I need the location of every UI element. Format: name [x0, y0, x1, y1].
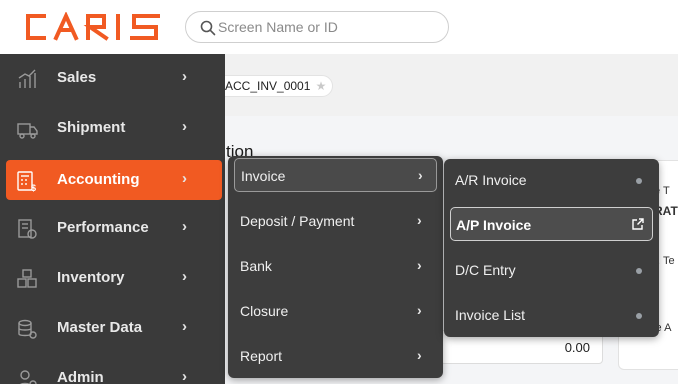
sidebar-item-inventory[interactable]: Inventory › [6, 258, 222, 298]
sidebar-item-shipment[interactable]: Shipment › [6, 108, 222, 148]
calculator-icon: $ [17, 171, 36, 192]
sidebar: Sales › Shipment › $ Accounting › Perfor… [0, 54, 225, 384]
sidebar-item-accounting[interactable]: $ Accounting › [6, 160, 222, 200]
submenu-item-bank[interactable]: Bank › [234, 249, 437, 283]
submenu-item-label: Bank [240, 258, 272, 274]
submenu-item-report[interactable]: Report › [234, 339, 437, 373]
search-input[interactable] [218, 17, 438, 37]
submenu-item-invoice[interactable]: Invoice › [234, 158, 437, 192]
submenu-item-label: Closure [240, 303, 289, 319]
sidebar-item-label: Master Data [57, 319, 143, 336]
sidebar-item-label: Performance [57, 219, 149, 236]
chevron-right-icon: › [418, 167, 423, 183]
caris-logo[interactable] [22, 12, 164, 42]
tab-acc-inv-0001[interactable]: ACC_INV_0001 ★ [212, 75, 334, 97]
app-header [0, 0, 678, 54]
sidebar-item-label: Sales [57, 69, 97, 86]
amount-value: 0.00 [564, 340, 590, 355]
chevron-right-icon: › [417, 212, 422, 228]
chevron-right-icon: › [417, 257, 422, 273]
submenu-item-ap-invoice[interactable]: A/P Invoice [450, 207, 653, 241]
sidebar-item-admin[interactable]: Admin › [6, 358, 222, 384]
star-icon[interactable]: ★ [316, 76, 327, 96]
svg-text:$: $ [31, 183, 36, 192]
external-link-icon[interactable] [631, 217, 645, 231]
sidebar-item-performance[interactable]: Performance › [6, 208, 222, 248]
submenu-item-label: A/P Invoice [456, 217, 532, 233]
submenu-item-invoice-list[interactable]: Invoice List [450, 298, 653, 332]
chart-icon [18, 69, 36, 88]
sidebar-item-label: Admin [57, 369, 104, 384]
submenu-item-ar-invoice[interactable]: A/R Invoice [450, 163, 653, 197]
submenu-item-dc-entry[interactable]: D/C Entry [450, 253, 653, 287]
sidebar-item-label: Accounting [57, 171, 140, 188]
search-box[interactable] [185, 11, 449, 43]
sidebar-item-label: Inventory [57, 269, 125, 286]
chevron-right-icon: › [417, 302, 422, 318]
submenu-item-label: Invoice [241, 168, 286, 184]
chevron-right-icon: › [182, 268, 187, 285]
bullet-dot-icon [636, 313, 642, 319]
chevron-right-icon: › [182, 118, 187, 135]
submenu-item-label: A/R Invoice [455, 172, 527, 188]
report-icon [18, 219, 37, 239]
bullet-dot-icon [636, 268, 642, 274]
database-icon [18, 319, 37, 339]
submenu-item-label: Invoice List [455, 307, 526, 323]
chevron-right-icon: › [417, 347, 422, 363]
bullet-dot-icon [636, 178, 642, 184]
submenu-item-label: Deposit / Payment [240, 213, 355, 229]
submenu-item-closure[interactable]: Closure › [234, 294, 437, 328]
accounting-submenu: Invoice › Deposit / Payment › Bank › Clo… [228, 156, 443, 378]
sidebar-item-master-data[interactable]: Master Data › [6, 308, 222, 348]
submenu-item-label: D/C Entry [455, 262, 516, 278]
chevron-right-icon: › [182, 68, 187, 85]
chevron-right-icon: › [182, 318, 187, 335]
submenu-item-deposit-payment[interactable]: Deposit / Payment › [234, 204, 437, 238]
search-icon [200, 20, 216, 36]
invoice-submenu: A/R Invoice A/P Invoice D/C Entry Invoic… [444, 159, 659, 337]
boxes-icon [17, 269, 37, 288]
chevron-right-icon: › [182, 218, 187, 235]
truck-icon [17, 123, 38, 139]
submenu-item-label: Report [240, 348, 283, 364]
chevron-right-icon: › [182, 170, 187, 187]
tab-label: ACC_INV_0001 [225, 79, 311, 93]
sidebar-item-sales[interactable]: Sales › [6, 58, 222, 98]
sidebar-item-label: Shipment [57, 119, 126, 136]
user-icon [19, 370, 37, 384]
chevron-right-icon: › [182, 368, 187, 384]
